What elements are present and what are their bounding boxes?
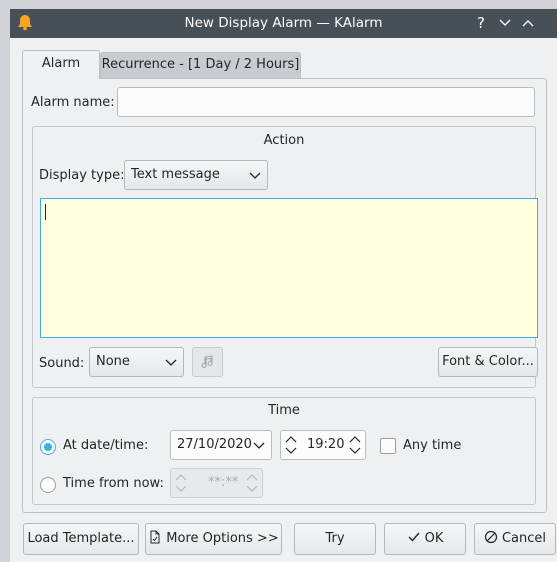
any-time-label: Any time	[403, 438, 462, 453]
spin-arrows-icon	[285, 436, 297, 454]
tab-recurrence[interactable]: Recurrence - [1 Day / 2 Hours]	[100, 52, 301, 78]
time-from-now-spinbox[interactable]: **:**	[170, 468, 263, 498]
time-group: Time At date/time: 27/10/2020 19:20 Any …	[32, 397, 536, 505]
message-textarea[interactable]	[40, 198, 538, 338]
tab-alarm[interactable]: Alarm	[22, 50, 100, 79]
cancel-icon	[484, 530, 498, 544]
action-group: Action Display type: Text message Sound:…	[32, 126, 538, 388]
display-type-label: Display type:	[39, 168, 125, 183]
try-button[interactable]: Try	[294, 523, 376, 555]
document-icon	[150, 530, 160, 544]
more-options-button[interactable]: More Options >>	[145, 523, 282, 555]
time-from-now-radio[interactable]	[40, 477, 56, 493]
tab-panel: Alarm name: Action Display type: Text me…	[22, 78, 547, 513]
display-type-value: Text message	[131, 167, 220, 182]
sound-select[interactable]: None	[89, 347, 184, 377]
text-cursor	[45, 204, 46, 220]
date-value: 27/10/2020	[177, 437, 252, 452]
cancel-label: Cancel	[501, 531, 547, 546]
sound-file-button[interactable]	[192, 347, 223, 377]
chevron-down-icon	[249, 161, 261, 200]
tab-alarm-label: Alarm	[41, 56, 81, 71]
more-options-label: More Options >>	[166, 531, 279, 546]
time-from-now-value: **:**	[208, 475, 239, 490]
tab-recurrence-label: Recurrence - [1 Day / 2 Hours]	[101, 57, 300, 72]
spin-arrows-icon	[349, 436, 361, 454]
spin-arrows-icon	[175, 474, 187, 492]
any-time-checkbox[interactable]	[380, 438, 396, 454]
time-from-now-label: Time from now:	[63, 476, 164, 491]
at-datetime-radio[interactable]	[40, 439, 56, 455]
chevron-down-icon	[499, 19, 511, 26]
sound-value: None	[96, 354, 130, 369]
minimize-button[interactable]	[495, 12, 515, 34]
chevron-down-icon	[253, 431, 265, 470]
alarm-name-input[interactable]	[117, 87, 535, 117]
time-group-title: Time	[268, 403, 300, 418]
ok-label: OK	[424, 531, 444, 546]
help-button[interactable]: ?	[471, 12, 491, 34]
at-datetime-label: At date/time:	[63, 438, 149, 453]
time-value: 19:20	[307, 437, 345, 452]
display-type-select[interactable]: Text message	[124, 160, 268, 190]
alarm-name-label: Alarm name:	[31, 95, 115, 110]
chevron-down-icon	[165, 348, 177, 387]
maximize-button[interactable]	[518, 12, 538, 34]
title-bar[interactable]: New Display Alarm — KAlarm ?	[10, 9, 557, 38]
sound-label: Sound:	[39, 356, 85, 371]
time-spinbox[interactable]: 19:20	[280, 430, 366, 460]
dialog-body: Alarm Recurrence - [1 Day / 2 Hours] Ala…	[10, 38, 557, 562]
date-select[interactable]: 27/10/2020	[170, 430, 272, 460]
music-note-icon	[201, 355, 213, 369]
cancel-button[interactable]: Cancel	[474, 523, 556, 555]
action-group-title: Action	[263, 133, 305, 148]
checkmark-icon	[408, 532, 420, 542]
load-template-button[interactable]: Load Template...	[23, 523, 139, 555]
spin-arrows-icon	[246, 474, 258, 492]
ok-button[interactable]: OK	[384, 523, 466, 555]
chevron-up-icon	[522, 20, 534, 27]
font-color-button[interactable]: Font & Color...	[438, 347, 538, 377]
